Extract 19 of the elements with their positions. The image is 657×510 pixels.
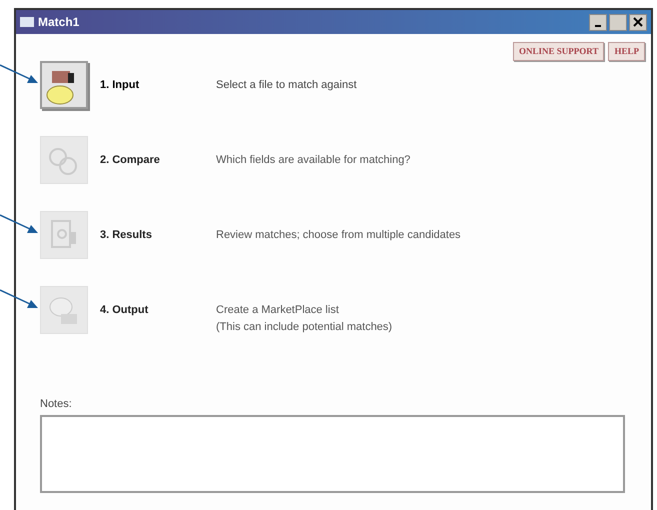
step-label[interactable]: 2. Compare xyxy=(100,154,160,166)
window-title: Match1 xyxy=(38,14,80,31)
step-label[interactable]: 4. Output xyxy=(100,304,148,316)
window-icon xyxy=(20,17,34,27)
step-description: Select a file to match against xyxy=(216,78,357,93)
step-description: Which fields are available for matching? xyxy=(216,153,410,168)
step-icon[interactable] xyxy=(40,61,88,109)
close-button[interactable] xyxy=(629,14,647,30)
notes-label: Notes: xyxy=(40,397,73,412)
header-button[interactable]: ONLINE SUPPORT xyxy=(513,42,604,61)
header-button[interactable]: HELP xyxy=(608,42,645,61)
step-description: Create a MarketPlace list xyxy=(216,303,340,318)
step-description: (This can include potential matches) xyxy=(216,320,392,335)
step-label[interactable]: 1. Input xyxy=(100,79,140,91)
notes-field[interactable] xyxy=(40,414,625,492)
step-description: Review matches; choose from multiple candidates xyxy=(216,228,461,243)
step-label[interactable]: 3. Results xyxy=(100,229,152,241)
close-icon xyxy=(633,17,643,27)
minimize-button[interactable] xyxy=(589,14,607,30)
